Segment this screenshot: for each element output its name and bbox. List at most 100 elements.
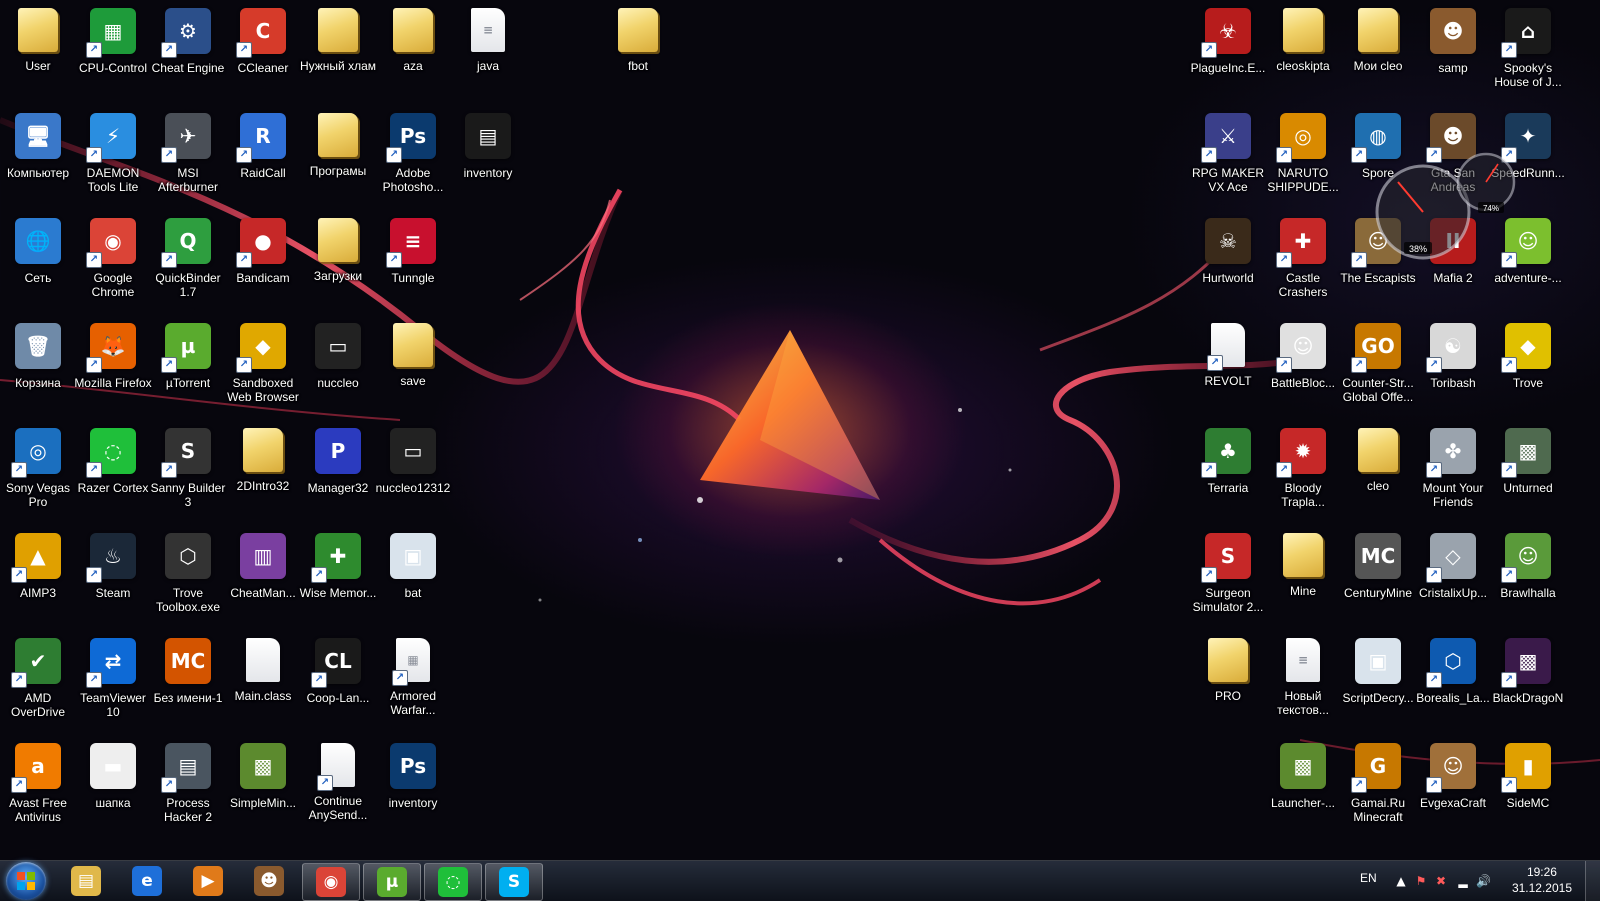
taskbar-button-media-player[interactable]: ▶: [180, 863, 236, 899]
desktop-icon[interactable]: ♣ ↗ Terraria: [1190, 422, 1266, 524]
desktop-icon[interactable]: ▮ ↗ SideMC: [1490, 737, 1566, 839]
desktop-icon[interactable]: ◆ ↗ Trove: [1490, 317, 1566, 419]
show-desktop-button[interactable]: [1585, 861, 1600, 901]
desktop-icon[interactable]: ⚔ ↗ RPG MAKER VX Ace: [1190, 107, 1266, 209]
desktop-icon[interactable]: Ps inventory: [375, 737, 451, 839]
desktop-icon[interactable]: MC Без имени-1: [150, 632, 226, 734]
cpu-meter-gadget[interactable]: 38% 74%: [1368, 142, 1518, 262]
start-button[interactable]: [6, 862, 46, 900]
desktop-icon[interactable]: ☻ samp: [1415, 2, 1491, 104]
desktop-icon[interactable]: ☠ Hurtworld: [1190, 212, 1266, 314]
desktop-icon[interactable]: ▥ CheatMan...: [225, 527, 301, 629]
taskbar-button-chrome[interactable]: ◉: [302, 863, 360, 901]
desktop-icon[interactable]: ▲ ↗ AIMP3: [0, 527, 76, 629]
desktop-icon[interactable]: Ps ↗ Adobe Photosho...: [375, 107, 451, 209]
desktop-icon[interactable]: G ↗ Gamai.Ru Minecraft: [1340, 737, 1416, 839]
desktop-icon[interactable]: ⬡ Trove Toolbox.exe: [150, 527, 226, 629]
desktop-icon[interactable]: ♨ ↗ Steam: [75, 527, 151, 629]
desktop-icon[interactable]: PRO: [1190, 632, 1266, 734]
desktop-icon[interactable]: User: [0, 2, 76, 104]
desktop-icon[interactable]: ▤ inventory: [450, 107, 526, 209]
desktop-icon[interactable]: 🦊 ↗ Mozilla Firefox: [74, 317, 152, 419]
desktop-icon[interactable]: ✹ ↗ Bloody Trapla...: [1265, 422, 1341, 524]
desktop-icon[interactable]: 2DIntro32: [225, 422, 301, 524]
desktop-icon[interactable]: ◇ ↗ CristalixUp...: [1415, 527, 1491, 629]
desktop-icon[interactable]: ▤ ↗ Process Hacker 2: [150, 737, 226, 839]
taskbar-button-skype[interactable]: S: [485, 863, 543, 901]
desktop-icon[interactable]: MC CenturyMine: [1340, 527, 1416, 629]
desktop-icon[interactable]: ✤ ↗ Mount Your Friends: [1415, 422, 1491, 524]
desktop-icon[interactable]: ▣ ScriptDecry...: [1340, 632, 1416, 734]
desktop-icon[interactable]: ≡ java: [450, 2, 526, 104]
desktop-icon[interactable]: ☺ ↗ BattleBloc...: [1265, 317, 1341, 419]
desktop-icon[interactable]: ◎ ↗ NARUTO SHIPPUDE...: [1265, 107, 1341, 209]
desktop[interactable]: User ▦ ↗ CPU-Control ⚙ ↗ Cheat Engine C ↗ CCleane…: [0, 0, 1600, 860]
desktop-icon[interactable]: ▦ ↗ CPU-Control: [75, 2, 151, 104]
desktop-icon[interactable]: ▩ SimpleMin...: [225, 737, 301, 839]
desktop-icon[interactable]: ◆ ↗ Sandboxed Web Browser: [225, 317, 301, 419]
desktop-icon[interactable]: Q ↗ QuickBinder 1.7: [150, 212, 226, 314]
desktop-icon[interactable]: 🖥 Компьютер: [0, 107, 76, 209]
network-signal-icon[interactable]: ▂: [1456, 874, 1470, 888]
desktop-icon[interactable]: ↗ REVOLT: [1190, 317, 1266, 419]
desktop-icon[interactable]: ↗ Continue AnySend...: [300, 737, 376, 839]
desktop-icon[interactable]: ▭ nuccleo: [300, 317, 376, 419]
desktop-icon[interactable]: aza: [375, 2, 451, 104]
desktop-icon[interactable]: Програмы: [300, 107, 376, 209]
taskbar-button-explorer[interactable]: ▤: [58, 863, 114, 899]
desktop-icon[interactable]: C ↗ CCleaner: [225, 2, 301, 104]
desktop-icon[interactable]: ✚ ↗ Castle Crashers: [1265, 212, 1341, 314]
desktop-icon[interactable]: ▩ Launcher-...: [1265, 737, 1341, 839]
desktop-icon[interactable]: Main.class: [225, 632, 301, 734]
desktop-icon[interactable]: S ↗ Sanny Builder 3: [150, 422, 226, 524]
desktop-icon[interactable]: 🌐 Сеть: [0, 212, 76, 314]
taskbar-button-razer-cortex[interactable]: ◌: [424, 863, 482, 901]
desktop-icon[interactable]: cleoskipta: [1265, 2, 1341, 104]
desktop-icon[interactable]: µ ↗ µTorrent: [150, 317, 226, 419]
desktop-icon[interactable]: cleo: [1340, 422, 1416, 524]
desktop-icon[interactable]: ⬡ ↗ Borealis_La...: [1415, 632, 1491, 734]
desktop-icon[interactable]: ◉ ↗ Google Chrome: [75, 212, 151, 314]
language-indicator[interactable]: EN: [1360, 871, 1377, 885]
taskbar-button-utorrent[interactable]: µ: [363, 863, 421, 901]
desktop-icon[interactable]: ▩ ↗ Unturned: [1490, 422, 1566, 524]
desktop-icon[interactable]: ⌂ ↗ Spooky's House of J...: [1490, 2, 1566, 104]
desktop-icon[interactable]: ● ↗ Bandicam: [225, 212, 301, 314]
desktop-icon[interactable]: CL ↗ Coop-Lan...: [300, 632, 376, 734]
desktop-icon[interactable]: ☯ ↗ Toribash: [1415, 317, 1491, 419]
desktop-icon[interactable]: ◌ ↗ Razer Cortex: [75, 422, 151, 524]
desktop-icon[interactable]: 🗑 Корзина: [0, 317, 76, 419]
desktop-icon[interactable]: R ↗ RaidCall: [225, 107, 301, 209]
desktop-icon[interactable]: Mine: [1265, 527, 1341, 629]
show-hidden-icons-icon[interactable]: ▲: [1394, 874, 1408, 888]
desktop-icon[interactable]: ⇄ ↗ TeamViewer 10: [75, 632, 151, 734]
volume-icon[interactable]: 🔊: [1476, 874, 1491, 888]
desktop-icon[interactable]: ✚ ↗ Wise Memor...: [300, 527, 376, 629]
desktop-icon[interactable]: save: [375, 317, 451, 419]
desktop-icon[interactable]: ▬ шапка: [75, 737, 151, 839]
action-center-flag-icon[interactable]: ⚑: [1414, 874, 1428, 888]
desktop-icon[interactable]: ▩ ↗ BlackDragoN: [1490, 632, 1566, 734]
desktop-icon[interactable]: Нужный хлам: [300, 2, 376, 104]
desktop-icon[interactable]: P Manager32: [300, 422, 376, 524]
desktop-icon[interactable]: ▦ ↗ Armored Warfar...: [375, 632, 451, 734]
desktop-icon[interactable]: ☣ ↗ PlagueInc.E...: [1190, 2, 1266, 104]
desktop-icon[interactable]: ⚡ ↗ DAEMON Tools Lite: [75, 107, 151, 209]
desktop-icon[interactable]: Загрузки: [300, 212, 376, 314]
taskbar-button-samp[interactable]: ☻: [241, 863, 297, 899]
desktop-icon[interactable]: ✈ ↗ MSI Afterburner: [150, 107, 226, 209]
desktop-icon[interactable]: ≡ ↗ Tunngle: [375, 212, 451, 314]
desktop-icon[interactable]: ⚙ ↗ Cheat Engine: [150, 2, 226, 104]
desktop-icon[interactable]: ☺ ↗ Brawlhalla: [1490, 527, 1566, 629]
desktop-icon[interactable]: ✔ ↗ AMD OverDrive: [0, 632, 76, 734]
desktop-icon[interactable]: fbot: [600, 2, 676, 104]
desktop-icon[interactable]: S ↗ Surgeon Simulator 2...: [1190, 527, 1266, 629]
desktop-icon[interactable]: ☺ ↗ EvgexaCraft: [1415, 737, 1491, 839]
desktop-icon[interactable]: a ↗ Avast Free Antivirus: [0, 737, 76, 839]
security-icon[interactable]: ✖: [1434, 874, 1448, 888]
desktop-icon[interactable]: GO ↗ Counter-Str... Global Offe...: [1340, 317, 1416, 419]
desktop-icon[interactable]: ▣ bat: [375, 527, 451, 629]
desktop-icon[interactable]: Мои cleo: [1340, 2, 1416, 104]
taskbar-button-internet-explorer[interactable]: e: [119, 863, 175, 899]
clock[interactable]: 19:26 31.12.2015: [1512, 864, 1572, 896]
